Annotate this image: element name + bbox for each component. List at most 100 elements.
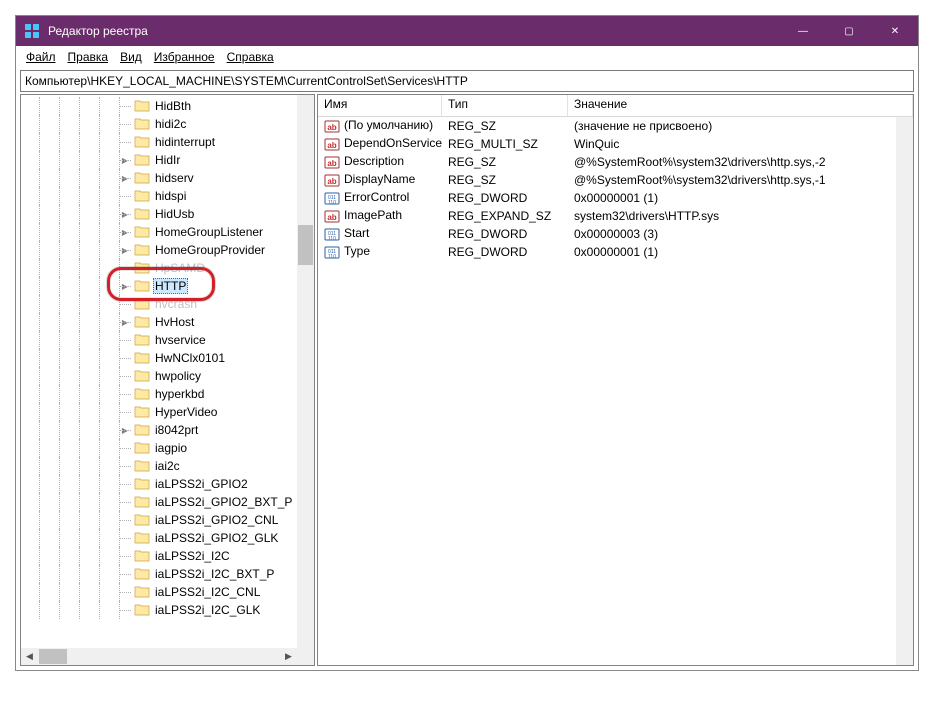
value-row[interactable]: abImagePathREG_EXPAND_SZsystem32\drivers…: [318, 207, 913, 225]
value-row[interactable]: 011110 ErrorControl REG_DWORD0x00000001 (1…: [318, 189, 913, 207]
value-row[interactable]: 011110StartREG_DWORD0x00000003 (3): [318, 225, 913, 243]
value-row[interactable]: 011110TypeREG_DWORD0x00000001 (1): [318, 243, 913, 261]
menubar: Файл Правка Вид Избранное Справка: [16, 46, 918, 68]
svg-text:ab: ab: [327, 123, 336, 132]
menu-file[interactable]: Файл: [20, 48, 62, 66]
tree-item[interactable]: ▶HvHost: [21, 313, 314, 331]
value-data: @%SystemRoot%\system32\drivers\http.sys,…: [568, 173, 913, 187]
folder-icon: [134, 243, 150, 257]
value-name: ErrorControl: [344, 190, 409, 204]
folder-icon: [134, 603, 150, 617]
tree-item-label: iaLPSS2i_GPIO2_CNL: [153, 513, 280, 527]
binary-value-icon: 011110: [324, 244, 340, 260]
tree-item[interactable]: hvcrash: [21, 295, 314, 313]
binary-value-icon: 011110: [324, 190, 340, 206]
value-row[interactable]: abDisplayNameREG_SZ@%SystemRoot%\system3…: [318, 171, 913, 189]
tree-item[interactable]: iagpio: [21, 439, 314, 457]
window-title: Редактор реестра: [48, 24, 780, 38]
tree-item[interactable]: ▶i8042prt: [21, 421, 314, 439]
list-body[interactable]: ab(По умолчанию)REG_SZ(значение не присв…: [318, 117, 913, 665]
tree-item[interactable]: ▶HidIr: [21, 151, 314, 169]
tree-item[interactable]: ▶hidserv: [21, 169, 314, 187]
column-name[interactable]: Имя: [318, 95, 442, 116]
tree-item[interactable]: hyperkbd: [21, 385, 314, 403]
tree-item[interactable]: iaLPSS2i_GPIO2_BXT_P: [21, 493, 314, 511]
folder-icon: [134, 135, 150, 149]
tree-item[interactable]: hidi2c: [21, 115, 314, 133]
tree-item[interactable]: iaLPSS2i_I2C_BXT_P: [21, 565, 314, 583]
close-button[interactable]: ✕: [872, 16, 918, 46]
value-data: 0x00000001 (1): [568, 191, 913, 205]
minimize-button[interactable]: —: [780, 16, 826, 46]
value-row[interactable]: abDependOnServiceREG_MULTI_SZWinQuic: [318, 135, 913, 153]
tree-item-label: hyperkbd: [153, 387, 206, 401]
tree-item-label: iagpio: [153, 441, 189, 455]
vscroll-thumb[interactable]: [298, 225, 313, 265]
tree-item[interactable]: HidBth: [21, 97, 314, 115]
value-name: ImagePath: [344, 208, 402, 222]
tree-item[interactable]: HyperVideo: [21, 403, 314, 421]
list-header: Имя Тип Значение: [318, 95, 913, 117]
string-value-icon: ab: [324, 154, 340, 170]
tree-item[interactable]: HpSAMD: [21, 259, 314, 277]
tree-item[interactable]: iaLPSS2i_I2C: [21, 547, 314, 565]
value-name: Description: [344, 154, 404, 168]
tree-item[interactable]: HwNClx0101: [21, 349, 314, 367]
tree-item[interactable]: iaLPSS2i_GPIO2_GLK: [21, 529, 314, 547]
tree-item-label: hidi2c: [153, 117, 188, 131]
hscroll-right-icon[interactable]: ▶: [280, 648, 297, 665]
menu-edit[interactable]: Правка: [62, 48, 115, 66]
tree-item-label: iai2c: [153, 459, 182, 473]
value-row[interactable]: ab(По умолчанию)REG_SZ(значение не присв…: [318, 117, 913, 135]
tree-item-label: iaLPSS2i_I2C: [153, 549, 232, 563]
tree-item[interactable]: iaLPSS2i_I2C_CNL: [21, 583, 314, 601]
list-vscrollbar[interactable]: [896, 117, 913, 665]
svg-text:ab: ab: [327, 213, 336, 222]
menu-help[interactable]: Справка: [221, 48, 280, 66]
tree-scroll[interactable]: HidBth hidi2c hidinterrupt ▶HidIr▶hidservhi…: [21, 95, 314, 665]
value-data: WinQuic: [568, 137, 913, 151]
maximize-button[interactable]: ▢: [826, 16, 872, 46]
value-type: REG_DWORD: [442, 191, 568, 205]
titlebar[interactable]: Редактор реестра — ▢ ✕: [16, 16, 918, 46]
tree-item[interactable]: iai2c: [21, 457, 314, 475]
tree-item[interactable]: ▶HidUsb: [21, 205, 314, 223]
tree-item[interactable]: hidspi: [21, 187, 314, 205]
menu-favorites[interactable]: Избранное: [148, 48, 221, 66]
tree-item-label: iaLPSS2i_I2C_GLK: [153, 603, 262, 617]
folder-icon: [134, 495, 150, 509]
tree-pane: HidBth hidi2c hidinterrupt ▶HidIr▶hidservhi…: [20, 94, 315, 666]
address-bar[interactable]: Компьютер\HKEY_LOCAL_MACHINE\SYSTEM\Curr…: [20, 70, 914, 92]
tree-item[interactable]: iaLPSS2i_GPIO2_CNL: [21, 511, 314, 529]
tree-item-label: HTTP: [153, 278, 188, 294]
folder-icon: [134, 369, 150, 383]
tree-item-label: HpSAMD: [153, 261, 207, 275]
tree-item[interactable]: iaLPSS2i_I2C_GLK: [21, 601, 314, 619]
column-type[interactable]: Тип: [442, 95, 568, 116]
tree-vscrollbar[interactable]: [297, 95, 314, 648]
tree-item[interactable]: ▶HTTP: [21, 277, 314, 295]
hscroll-thumb[interactable]: [39, 649, 67, 664]
svg-text:ab: ab: [327, 177, 336, 186]
menu-view[interactable]: Вид: [114, 48, 148, 66]
hscroll-left-icon[interactable]: ◀: [21, 648, 38, 665]
tree-item[interactable]: hvservice: [21, 331, 314, 349]
tree-item[interactable]: hidinterrupt: [21, 133, 314, 151]
tree-hscrollbar[interactable]: ◀ ▶: [21, 648, 297, 665]
tree-item[interactable]: iaLPSS2i_GPIO2: [21, 475, 314, 493]
tree-item[interactable]: ▶HomeGroupListener: [21, 223, 314, 241]
value-type: REG_SZ: [442, 119, 568, 133]
column-value[interactable]: Значение: [568, 95, 913, 116]
value-row[interactable]: abDescriptionREG_SZ@%SystemRoot%\system3…: [318, 153, 913, 171]
folder-icon: [134, 261, 150, 275]
string-value-icon: ab: [324, 172, 340, 188]
tree-item-label: HyperVideo: [153, 405, 219, 419]
folder-icon: [134, 279, 150, 293]
folder-icon: [134, 477, 150, 491]
tree-item[interactable]: hwpolicy: [21, 367, 314, 385]
tree-item-label: hidinterrupt: [153, 135, 217, 149]
tree-item[interactable]: ▶HomeGroupProvider: [21, 241, 314, 259]
folder-icon: [134, 441, 150, 455]
registry-tree: HidBth hidi2c hidinterrupt ▶HidIr▶hidservhi…: [21, 95, 314, 665]
value-type: REG_DWORD: [442, 227, 568, 241]
